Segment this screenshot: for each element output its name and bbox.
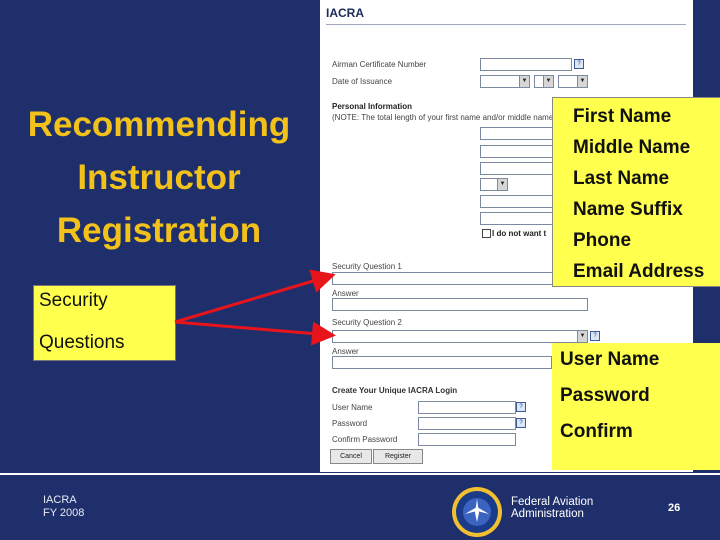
- faa-seal-logo: [452, 487, 502, 537]
- slide: Recommending Instructor Registration IAC…: [0, 0, 720, 540]
- arrows: [174, 269, 336, 346]
- footer-left: IACRA FY 2008: [43, 494, 84, 520]
- arrow-to-question-2: [174, 320, 336, 346]
- footer-divider: [0, 473, 720, 475]
- footer-left-line-2: FY 2008: [43, 507, 85, 519]
- faa-name-line-1: Federal Aviation: [511, 496, 594, 508]
- faa-name: Federal Aviation Administration: [511, 496, 593, 520]
- faa-name-line-2: Administration: [511, 508, 584, 520]
- page-number: 26: [668, 502, 681, 514]
- footer-left-line-1: IACRA: [43, 494, 77, 506]
- arrow-to-question-1: [174, 269, 336, 324]
